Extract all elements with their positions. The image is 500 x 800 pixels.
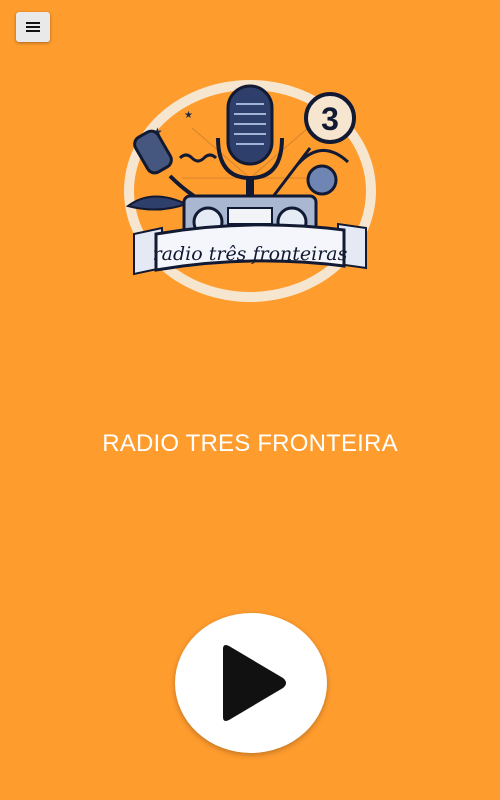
play-icon	[223, 645, 286, 721]
number-three-badge: 3	[304, 92, 356, 144]
play-button[interactable]	[175, 613, 327, 753]
svg-text:radio três fronteiras: radio três fronteiras	[153, 243, 348, 265]
station-logo: ★ ★ ★	[122, 78, 378, 304]
svg-text:3: 3	[321, 101, 339, 137]
station-name: RADIO TRES FRONTEIRA	[102, 430, 398, 457]
svg-text:★: ★	[184, 110, 193, 121]
hamburger-menu-icon	[26, 22, 40, 32]
menu-button[interactable]	[16, 12, 50, 42]
